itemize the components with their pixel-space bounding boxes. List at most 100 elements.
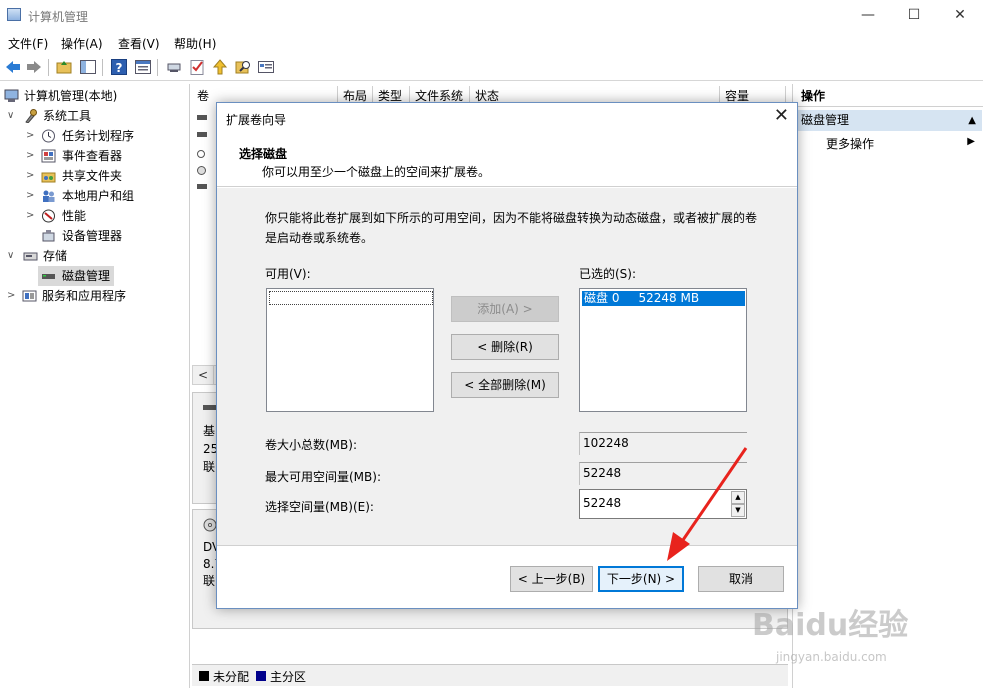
chevron-right-icon[interactable]: > — [26, 206, 36, 226]
dvd-status: 联 — [203, 574, 216, 588]
add-button[interactable]: 添加(A) > — [451, 296, 559, 322]
window-title: 计算机管理 — [28, 10, 89, 24]
baidu-watermark-url: jingyan.baidu.com — [776, 650, 887, 664]
search-icon[interactable] — [234, 58, 252, 76]
close-button[interactable]: ✕ — [937, 0, 983, 31]
connect-icon[interactable] — [165, 58, 183, 76]
dialog-close-icon[interactable]: ✕ — [774, 107, 789, 125]
chevron-right-icon[interactable]: > — [26, 166, 36, 186]
minimize-button[interactable]: — — [845, 0, 891, 31]
dialog-header: 选择磁盘 你可以用至少一个磁盘上的空间来扩展卷。 — [217, 132, 797, 187]
chevron-right-icon[interactable]: > — [26, 186, 36, 206]
performance-icon — [42, 209, 55, 223]
volume-row-icon[interactable] — [197, 132, 207, 137]
next-button[interactable]: 下一步(N) > — [598, 566, 684, 592]
menu-action[interactable]: 操作(A) — [61, 35, 103, 52]
tree-item-disk-management[interactable]: 磁盘管理 — [38, 266, 114, 286]
remove-all-button[interactable]: < 全部删除(M) — [451, 372, 559, 398]
volume-row-icon[interactable] — [197, 184, 207, 189]
total-size-value: 102248 — [579, 432, 747, 455]
actions-header: 操作 — [793, 86, 983, 107]
dialog-body: 你只能将此卷扩展到如下所示的可用空间，因为不能将磁盘转换为动态磁盘，或者被扩展的… — [217, 188, 797, 546]
chevron-right-icon[interactable]: > — [7, 286, 17, 306]
spin-down-icon[interactable]: ▼ — [731, 504, 745, 517]
max-space-value: 52248 — [579, 462, 747, 485]
computer-icon — [4, 89, 19, 102]
event-viewer-icon — [41, 149, 56, 163]
scroll-left-button[interactable]: < — [192, 365, 214, 385]
volume-row-icon[interactable] — [197, 150, 205, 158]
chevron-down-icon[interactable]: ∨ — [7, 106, 17, 126]
focus-rect — [269, 291, 433, 305]
cdrom-row-icon[interactable] — [197, 166, 206, 175]
legend-primary: 主分区 — [270, 670, 307, 684]
tree-label-task-scheduler: 任务计划程序 — [62, 129, 135, 143]
tree-label-local-users: 本地用户和组 — [62, 189, 135, 203]
up-arrow-icon[interactable] — [211, 58, 229, 76]
chevron-right-icon[interactable]: > — [26, 126, 36, 146]
menu-file[interactable]: 文件(F) — [8, 35, 48, 52]
available-label: 可用(V): — [265, 267, 311, 281]
primary-swatch — [256, 671, 266, 681]
show-hide-tree-icon[interactable] — [79, 58, 97, 76]
shared-folder-icon — [41, 172, 56, 183]
dvd-icon — [203, 518, 217, 532]
navigation-tree: 计算机管理(本地) ∨ 系统工具 > 任务计划程序 > 事件查看器 > 共享文件… — [0, 84, 190, 688]
forward-icon[interactable] — [25, 58, 43, 76]
selected-listbox[interactable]: 磁盘 0 52248 MB — [579, 288, 747, 412]
device-manager-icon — [42, 230, 55, 242]
remove-button[interactable]: < 删除(R) — [451, 334, 559, 360]
disk-0-label: 基 — [203, 424, 216, 438]
volume-row-icon[interactable] — [197, 115, 207, 120]
cancel-button[interactable]: 取消 — [698, 566, 784, 592]
more-actions-link[interactable]: 更多操作 — [826, 136, 874, 152]
tree-label-event-viewer: 事件查看器 — [62, 149, 123, 163]
properties-icon[interactable] — [134, 58, 152, 76]
computer-management-icon — [7, 8, 21, 21]
tree-label-system-tools: 系统工具 — [43, 109, 92, 123]
storage-icon — [23, 252, 38, 261]
title-bar: 计算机管理 — ☐ ✕ — [0, 0, 983, 31]
tree-label-services-apps: 服务和应用程序 — [42, 289, 127, 303]
maximize-button[interactable]: ☐ — [891, 0, 937, 31]
actions-section-disk-management[interactable]: 磁盘管理 ▲ — [795, 110, 982, 131]
console-icon[interactable] — [257, 58, 275, 76]
unallocated-swatch — [199, 671, 209, 681]
up-folder-icon[interactable] — [55, 58, 73, 76]
svg-text:?: ? — [116, 61, 123, 75]
dialog-title-bar: 扩展卷向导 ✕ — [217, 103, 797, 132]
legend: 未分配 主分区 — [192, 664, 788, 686]
menu-view[interactable]: 查看(V) — [118, 35, 160, 52]
disk-icon — [42, 274, 55, 279]
selected-disk-item[interactable]: 磁盘 0 52248 MB — [582, 291, 745, 306]
dialog-description: 你只能将此卷扩展到如下所示的可用空间，因为不能将磁盘转换为动态磁盘，或者被扩展的… — [265, 211, 758, 245]
tree-label-storage: 存储 — [43, 249, 68, 263]
submenu-arrow-icon[interactable]: ▶ — [967, 136, 975, 147]
back-icon[interactable] — [4, 58, 22, 76]
help-icon[interactable]: ? — [110, 58, 128, 76]
collapse-arrow-icon[interactable]: ▲ — [968, 110, 976, 131]
chevron-down-icon[interactable]: ∨ — [7, 246, 17, 266]
selected-label: 已选的(S): — [579, 267, 637, 281]
toolbar: ? — [0, 53, 983, 81]
disk-0-status: 联 — [203, 460, 216, 474]
spin-up-icon[interactable]: ▲ — [731, 491, 745, 504]
check-icon[interactable] — [188, 58, 206, 76]
extend-volume-wizard: 扩展卷向导 ✕ 选择磁盘 你可以用至少一个磁盘上的空间来扩展卷。 你只能将此卷扩… — [216, 102, 798, 609]
select-space-stepper[interactable]: ▲ ▼ — [579, 489, 747, 519]
chevron-right-icon[interactable]: > — [26, 146, 36, 166]
actions-pane: 操作 磁盘管理 ▲ 更多操作 ▶ — [792, 84, 983, 688]
select-space-input[interactable] — [583, 494, 728, 512]
max-space-label: 最大可用空间量(MB): — [265, 470, 381, 484]
tools-icon — [25, 109, 37, 123]
available-listbox[interactable] — [266, 288, 434, 412]
actions-section-label: 磁盘管理 — [801, 113, 850, 127]
menu-help[interactable]: 帮助(H) — [174, 35, 216, 52]
dialog-subheading: 你可以用至少一个磁盘上的空间来扩展卷。 — [262, 165, 491, 179]
total-size-label: 卷大小总数(MB): — [265, 438, 357, 452]
users-icon — [43, 190, 55, 202]
tree-label-performance: 性能 — [62, 209, 87, 223]
tree-label-disk-management: 磁盘管理 — [62, 269, 111, 283]
back-button[interactable]: < 上一步(B) — [510, 566, 593, 592]
legend-unallocated: 未分配 — [213, 670, 250, 684]
